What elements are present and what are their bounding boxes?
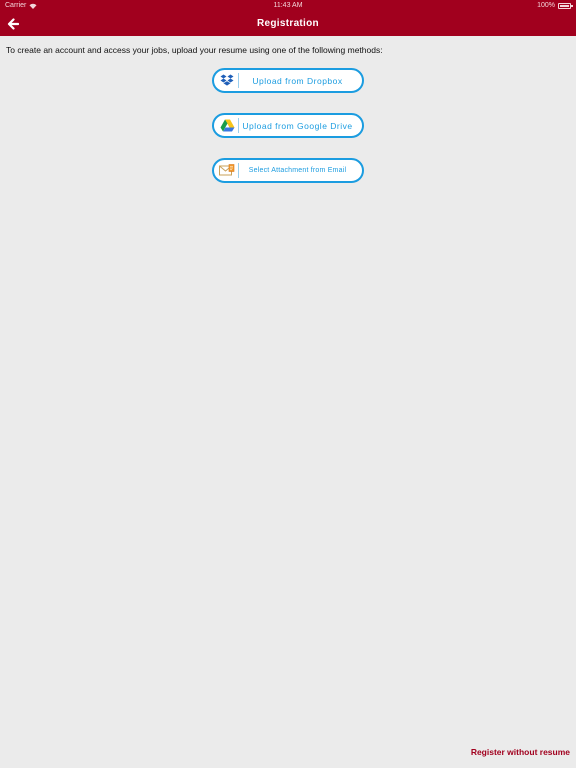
select-email-attachment-label: Select Attachment from Email: [248, 167, 347, 174]
status-right: 100%: [537, 0, 573, 12]
upload-google-drive-button[interactable]: Upload from Google Drive: [212, 113, 364, 138]
email-icon: [217, 160, 237, 181]
page-title: Registration: [257, 18, 319, 29]
register-without-resume-link[interactable]: Register without resume: [471, 747, 570, 757]
nav-bar: Registration: [0, 12, 576, 36]
battery-icon: [558, 3, 573, 9]
upload-google-drive-label: Upload from Google Drive: [242, 120, 353, 131]
battery-percent: 100%: [537, 2, 555, 9]
status-bar: Carrier 11:43 AM 100%: [0, 0, 576, 12]
upload-dropbox-label: Upload from Dropbox: [252, 75, 343, 86]
status-time: 11:43 AM: [273, 2, 303, 9]
registration-screen: Carrier 11:43 AM 100% Registration To cr…: [0, 0, 576, 768]
select-email-attachment-button[interactable]: Select Attachment from Email: [212, 158, 364, 183]
google-drive-icon: [217, 115, 237, 136]
upload-dropbox-button[interactable]: Upload from Dropbox: [212, 68, 364, 93]
dropbox-icon: [217, 70, 237, 91]
intro-text: To create an account and access your job…: [6, 45, 383, 55]
